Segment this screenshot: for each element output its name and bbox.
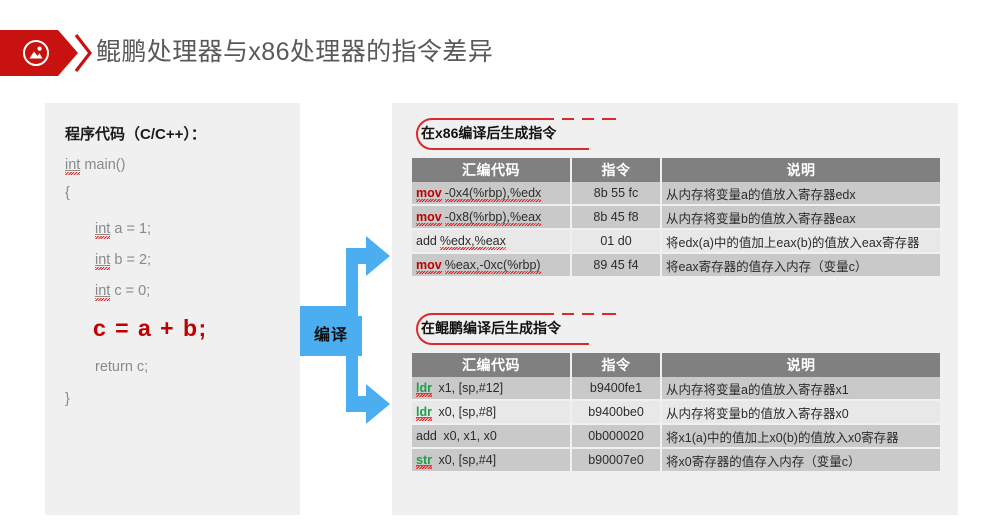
- cell-encoding: b9400fe1: [571, 377, 662, 401]
- column-header-asm: 汇编代码: [412, 158, 572, 182]
- cell-desc: 将edx(a)中的值加上eax(b)的值放入eax寄存器: [661, 229, 940, 254]
- operands: x0, [sp,#8]: [434, 405, 497, 419]
- table-row: add %edx,%eax 01 d0 将edx(a)中的值加上eax(b)的值…: [412, 229, 940, 254]
- code-line-decl-a: int a = 1;: [95, 221, 152, 239]
- code-line-main: int main(): [65, 157, 126, 175]
- cell-desc: 从内存将变量a的值放入寄存器x1: [661, 377, 940, 401]
- cell-asm: add x0, x1, x0: [412, 424, 572, 449]
- column-header-enc: 指令: [571, 158, 662, 182]
- cell-desc: 将eax寄存器的值存入内存（变量c）: [661, 253, 940, 278]
- cell-desc: 将x0寄存器的值存入内存（变量c）: [661, 448, 940, 473]
- table-row: add x0, x1, x0 0b000020 将x1(a)中的值加上x0(b)…: [412, 424, 940, 449]
- mnemonic: mov: [416, 258, 442, 274]
- mnemonic: mov: [416, 186, 442, 202]
- section-title-kunpeng: 在鲲鹏编译后生成指令: [421, 320, 561, 336]
- cell-asm: add %edx,%eax: [412, 229, 572, 254]
- cell-encoding: 8b 45 f8: [571, 205, 662, 230]
- column-header-asm: 汇编代码: [412, 353, 572, 377]
- column-header-desc: 说明: [661, 158, 940, 182]
- code-keyword-int: int: [95, 252, 111, 270]
- image-picture-icon: [23, 40, 49, 66]
- code-line-decl-a-rest: a = 1;: [110, 221, 152, 237]
- cell-encoding: b90007e0: [571, 448, 662, 473]
- cell-desc: 从内存将变量b的值放入寄存器eax: [661, 205, 940, 230]
- cell-encoding: 0b000020: [571, 424, 662, 449]
- code-keyword-int: int: [65, 157, 81, 175]
- mnemonic: add: [416, 429, 437, 443]
- code-panel: 程序代码（C/C++）： int main() { int a = 1; int…: [45, 103, 300, 515]
- cell-desc: 将x1(a)中的值加上x0(b)的值放入x0寄存器: [661, 424, 940, 449]
- compile-label: 编译: [300, 316, 362, 356]
- chevron-right-icon: [74, 34, 93, 72]
- operands: %eax,-0xc(%rbp): [444, 258, 541, 274]
- operands: %edx,%eax: [439, 234, 506, 250]
- operands: x1, [sp,#12]: [434, 381, 504, 395]
- instruction-table-kunpeng: 汇编代码 指令 说明 ldr x1, [sp,#12] b9400fe1 从内存…: [412, 353, 940, 473]
- column-header-desc: 说明: [661, 353, 940, 377]
- code-line-return: return c;: [95, 359, 149, 375]
- page-title: 鲲鹏处理器与x86处理器的指令差异: [96, 38, 494, 66]
- code-line-decl-c: int c = 0;: [95, 283, 151, 301]
- code-line-decl-c-rest: c = 0;: [110, 283, 151, 299]
- table-row: mov -0x4(%rbp),%edx 8b 55 fc 从内存将变量a的值放入寄…: [412, 182, 940, 206]
- table-header-row: 汇编代码 指令 说明: [412, 353, 940, 377]
- code-line-decl-b: int b = 2;: [95, 252, 152, 270]
- section-header-x86: 在x86编译后生成指令: [404, 116, 664, 150]
- cell-encoding: 8b 55 fc: [571, 182, 662, 206]
- cell-encoding: b9400be0: [571, 400, 662, 425]
- cell-desc: 从内存将变量a的值放入寄存器edx: [661, 182, 940, 206]
- code-panel-title: 程序代码（C/C++）：: [65, 126, 206, 143]
- code-line-decl-b-rest: b = 2;: [110, 252, 152, 268]
- section-title-x86: 在x86编译后生成指令: [421, 125, 557, 141]
- cell-asm: ldr x0, [sp,#8]: [412, 400, 572, 425]
- cell-encoding: 01 d0: [571, 229, 662, 254]
- slide-header: 鲲鹏处理器与x86处理器的指令差异: [0, 30, 1000, 76]
- table-row: mov %eax,-0xc(%rbp) 89 45 f4 将eax寄存器的值存入内…: [412, 253, 940, 278]
- operands: -0x8(%rbp),%eax: [444, 210, 542, 226]
- cell-asm: ldr x1, [sp,#12]: [412, 377, 572, 401]
- mnemonic: add: [416, 234, 437, 248]
- cell-encoding: 89 45 f4: [571, 253, 662, 278]
- table-row: ldr x0, [sp,#8] b9400be0 从内存将变量b的值放入寄存器x…: [412, 400, 940, 425]
- code-line-main-rest: main(): [80, 157, 126, 173]
- cell-desc: 从内存将变量b的值放入寄存器x0: [661, 400, 940, 425]
- cell-asm: str x0, [sp,#4]: [412, 448, 572, 473]
- cell-asm: mov -0x8(%rbp),%eax: [412, 205, 572, 230]
- operands: -0x4(%rbp),%edx: [444, 186, 542, 202]
- code-keyword-int: int: [95, 221, 111, 239]
- instruction-table-x86: 汇编代码 指令 说明 mov -0x4(%rbp),%edx 8b 55 fc 从…: [412, 158, 940, 278]
- code-keyword-int: int: [95, 283, 111, 301]
- operands: x0, [sp,#4]: [434, 453, 497, 467]
- column-header-enc: 指令: [571, 353, 662, 377]
- mnemonic: ldr: [416, 405, 432, 421]
- table-header-row: 汇编代码 指令 说明: [412, 158, 940, 182]
- mnemonic: ldr: [416, 381, 432, 397]
- section-header-kunpeng: 在鲲鹏编译后生成指令: [404, 311, 664, 345]
- tables-panel: 在x86编译后生成指令 汇编代码 指令 说明 mov -0x4(%rbp),%ed…: [392, 103, 958, 515]
- code-line-open-brace: {: [65, 185, 70, 201]
- cell-asm: mov %eax,-0xc(%rbp): [412, 253, 572, 278]
- mnemonic: str: [416, 453, 432, 469]
- table-row: ldr x1, [sp,#12] b9400fe1 从内存将变量a的值放入寄存器…: [412, 377, 940, 401]
- table-row: mov -0x8(%rbp),%eax 8b 45 f8 从内存将变量b的值放入…: [412, 205, 940, 230]
- code-line-close-brace: }: [65, 391, 70, 407]
- table-row: str x0, [sp,#4] b90007e0 将x0寄存器的值存入内存（变量…: [412, 448, 940, 473]
- code-highlight-statement: c = a + b;: [93, 315, 208, 341]
- cell-asm: mov -0x4(%rbp),%edx: [412, 182, 572, 206]
- operands: x0, x1, x0: [439, 429, 497, 443]
- mnemonic: mov: [416, 210, 442, 226]
